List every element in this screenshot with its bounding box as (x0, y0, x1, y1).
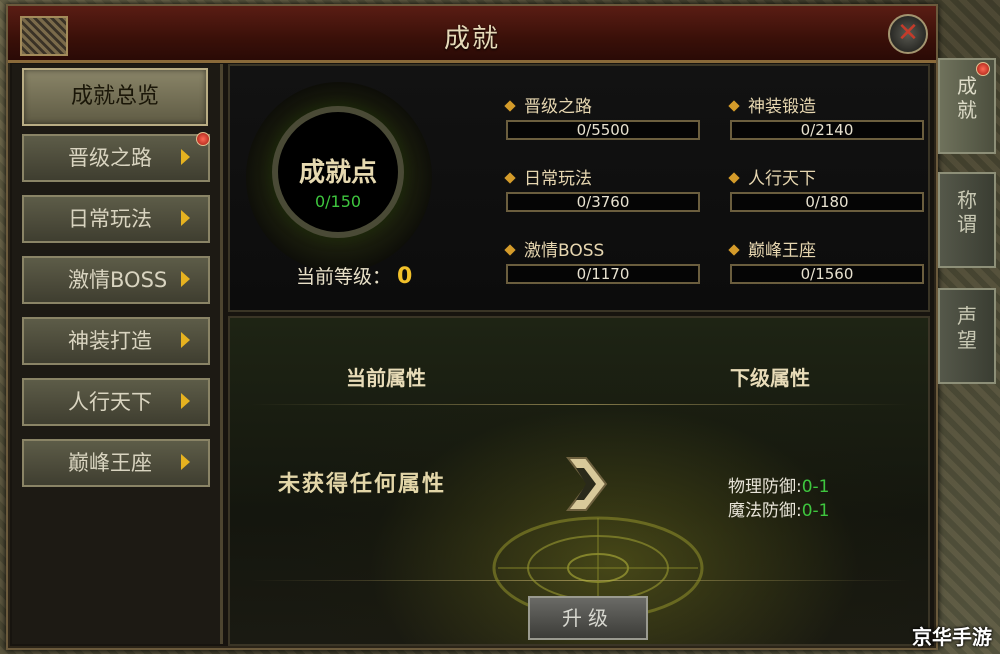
current-level-label: 当前等级： (296, 266, 392, 288)
progress-bar: 0/3760 (506, 192, 700, 212)
diamond-bullet-icon (728, 172, 740, 184)
arrow-right-icon (181, 149, 190, 165)
tab-reputation[interactable]: 声望 (938, 288, 996, 384)
diamond-bullet-icon (728, 100, 740, 112)
progress-label: 日常玩法 (504, 164, 592, 189)
tab-label: 成就 (957, 74, 977, 122)
menu-item-label: 巅峰王座 (68, 451, 152, 475)
progress-bar: 0/2140 (730, 120, 924, 140)
notification-dot-icon (976, 62, 990, 76)
menu-item-label: 日常玩法 (68, 207, 152, 231)
arrow-right-icon (181, 332, 190, 348)
progress-label: 晋级之路 (504, 92, 592, 117)
next-attribute-physical-defense: 物理防御:0-1 (728, 477, 830, 497)
menu-item-forge[interactable]: 神装打造 (22, 317, 210, 365)
tab-achievement[interactable]: 成就 (938, 58, 996, 154)
watermark: 京华手游 (912, 625, 992, 649)
arrow-right-icon (181, 210, 190, 226)
window-title: 成就 (443, 24, 500, 54)
diamond-bullet-icon (504, 172, 516, 184)
progress-label: 神装锻造 (728, 92, 816, 117)
menu-item-promotion[interactable]: 晋级之路 (22, 132, 210, 182)
notification-dot-icon (196, 132, 210, 146)
left-menu: 成就总览 晋级之路 日常玩法 激情BOSS 神装打造 人行天下 巅峰王座 (12, 64, 223, 644)
current-level: 当前等级： 0 (296, 262, 412, 289)
progress-label: 人行天下 (728, 164, 816, 189)
achievement-points-label: 成就点 (298, 158, 377, 188)
achievement-window: 成就 ✕ 成就总览 晋级之路 日常玩法 激情BOSS 神装打造 人行天下 巅峰王… (6, 4, 938, 650)
next-attributes-header: 下级属性 (730, 366, 810, 390)
current-attributes-header: 当前属性 (346, 366, 426, 390)
arrow-right-icon (181, 393, 190, 409)
divider (250, 404, 910, 405)
progress-bar: 0/5500 (506, 120, 700, 140)
tab-label: 声望 (957, 304, 977, 352)
menu-item-throne[interactable]: 巅峰王座 (22, 439, 210, 487)
menu-item-boss[interactable]: 激情BOSS (22, 256, 210, 304)
menu-item-label: 神装打造 (68, 329, 152, 353)
achievement-summary-panel: 成就点 0/150 当前等级： 0 晋级之路 0/5500 神装锻造 0/2140… (228, 64, 930, 312)
close-button[interactable]: ✕ (888, 14, 928, 54)
menu-item-label: 人行天下 (68, 390, 152, 414)
menu-item-travel[interactable]: 人行天下 (22, 378, 210, 426)
diamond-bullet-icon (728, 244, 740, 256)
diamond-bullet-icon (504, 244, 516, 256)
achievement-points-value: 0/150 (314, 192, 362, 211)
upgrade-button[interactable]: 升级 (528, 596, 648, 640)
menu-item-overview[interactable]: 成就总览 (22, 68, 208, 126)
menu-item-label: 激情BOSS (68, 268, 168, 292)
close-icon: ✕ (897, 18, 919, 48)
tab-label: 称谓 (957, 188, 977, 236)
attributes-panel: 当前属性 下级属性 未获得任何属性 物理防御:0-1 魔法防御:0-1 升级 (228, 316, 930, 646)
next-attribute-magic-defense: 魔法防御:0-1 (728, 501, 830, 521)
progress-label: 激情BOSS (504, 236, 604, 261)
progress-bar: 0/1170 (506, 264, 700, 284)
no-attributes-text: 未获得任何属性 (278, 471, 447, 497)
tab-title[interactable]: 称谓 (938, 172, 996, 268)
diamond-bullet-icon (504, 100, 516, 112)
current-level-value: 0 (397, 264, 413, 289)
arrow-right-icon (181, 454, 190, 470)
menu-item-daily[interactable]: 日常玩法 (22, 195, 210, 243)
progress-bar: 0/1560 (730, 264, 924, 284)
progress-bar: 0/180 (730, 192, 924, 212)
progress-label: 巅峰王座 (728, 236, 816, 261)
menu-item-label: 晋级之路 (68, 146, 152, 170)
double-arrow-right-icon (565, 457, 608, 511)
arrow-right-icon (181, 271, 190, 287)
title-bar: 成就 ✕ (8, 6, 936, 63)
